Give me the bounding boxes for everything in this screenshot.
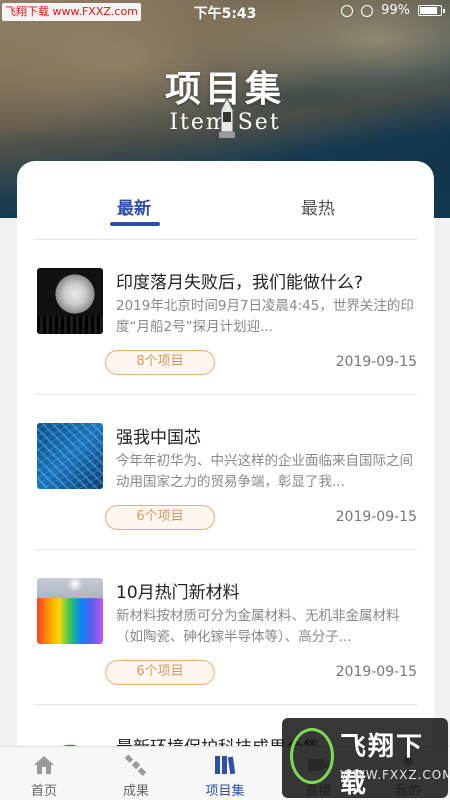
tab-latest[interactable]: 最新 bbox=[117, 194, 151, 219]
battery-percent: 99% bbox=[381, 3, 410, 18]
alarm-icon bbox=[361, 4, 374, 17]
satellite-icon bbox=[124, 754, 147, 776]
books-icon bbox=[215, 756, 236, 775]
project-count-badge[interactable]: 8个项目 bbox=[105, 350, 215, 375]
moon-thumbnail bbox=[37, 268, 103, 334]
nav-home[interactable]: 首页 bbox=[14, 753, 74, 799]
item-title: 10月热门新材料 bbox=[116, 583, 240, 603]
app-screen: 飞翔下载 www.FXXZ.com 下午5:43 99% 项目集 Item Se… bbox=[0, 0, 450, 800]
spacecraft-icon bbox=[219, 96, 235, 138]
content-card: 最新 最热 印度落月失败后，我们能做什么? 2019年北京时间9月7日凌晨4:4… bbox=[17, 161, 434, 800]
home-icon bbox=[34, 756, 54, 774]
project-count-badge[interactable]: 6个项目 bbox=[105, 660, 215, 685]
nav-home-label: 首页 bbox=[30, 784, 57, 799]
nav-item-set[interactable]: 项目集 bbox=[195, 753, 255, 799]
item-title: 印度落月失败后，我们能做什么? bbox=[116, 273, 364, 293]
item-date: 2019-09-15 bbox=[335, 509, 417, 525]
tab-hot[interactable]: 最热 bbox=[301, 194, 335, 219]
watermark-logo-icon bbox=[290, 728, 334, 784]
item-description: 新材料按材质可分为金属材料、无机非金属材料（如陶瓷、砷化镓半导体等）、高分子..… bbox=[116, 608, 400, 645]
watermark-url: WWW.FXXZ.COM bbox=[340, 768, 450, 782]
item-date: 2019-09-15 bbox=[335, 664, 417, 680]
list-item[interactable]: 印度落月失败后，我们能做什么? 2019年北京时间9月7日凌晨4:45，世界关注… bbox=[34, 240, 417, 395]
item-title: 强我中国芯 bbox=[116, 428, 201, 448]
lock-rotation-icon bbox=[341, 4, 354, 17]
watermark-text: 飞翔下载 bbox=[340, 732, 425, 799]
chip-thumbnail bbox=[37, 423, 103, 489]
project-count-badge[interactable]: 6个项目 bbox=[105, 505, 215, 530]
nav-results-label: 成果 bbox=[122, 784, 149, 799]
item-description: 2019年北京时间9月7日凌晨4:45，世界关注的印度“月船2号”探月计划迎..… bbox=[116, 298, 414, 335]
battery-icon bbox=[418, 5, 445, 16]
tab-bar: 最新 最热 bbox=[34, 161, 417, 240]
site-watermark: 飞翔下载 WWW.FXXZ.COM bbox=[282, 718, 450, 799]
list-item[interactable]: 强我中国芯 今年年初华为、中兴这样的企业面临来自国际之间动用国家之力的贸易争端，… bbox=[34, 395, 417, 550]
status-indicators: 99% bbox=[341, 3, 445, 18]
item-date: 2019-09-15 bbox=[335, 354, 417, 370]
status-bar: 飞翔下载 www.FXXZ.com 下午5:43 99% bbox=[0, 0, 450, 24]
item-description: 今年年初华为、中兴这样的企业面临来自国际之间动用国家之力的贸易争端，彰显了我..… bbox=[116, 453, 413, 490]
active-tab-indicator bbox=[110, 222, 160, 226]
materials-thumbnail bbox=[37, 578, 103, 644]
nav-results[interactable]: 成果 bbox=[106, 753, 166, 799]
list-item[interactable]: 10月热门新材料 新材料按材质可分为金属材料、无机非金属材料（如陶瓷、砷化镓半导… bbox=[34, 550, 417, 705]
nav-item-set-label: 项目集 bbox=[205, 784, 245, 799]
